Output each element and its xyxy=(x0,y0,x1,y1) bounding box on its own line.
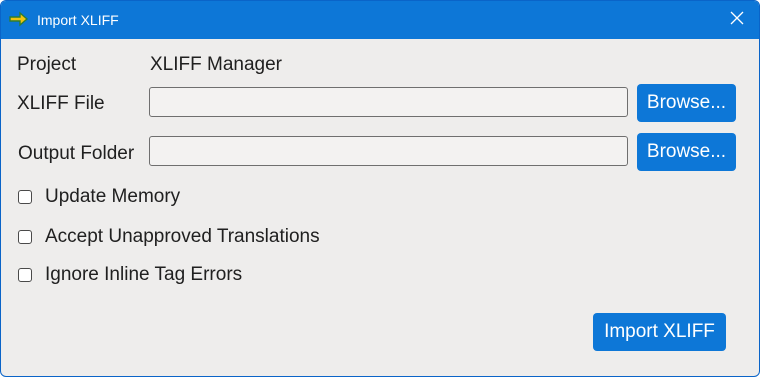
close-button[interactable] xyxy=(715,1,759,39)
accept-unapproved-checkbox[interactable] xyxy=(18,230,32,244)
update-memory-checkbox[interactable] xyxy=(18,190,32,204)
ignore-tag-errors-option[interactable]: Ignore Inline Tag Errors xyxy=(18,264,242,286)
project-value: XLIFF Manager xyxy=(150,54,282,75)
import-xliff-dialog: Import XLIFF Project XLIFF Manager XLIFF… xyxy=(0,0,760,377)
ignore-tag-errors-checkbox[interactable] xyxy=(18,268,32,282)
accept-unapproved-option[interactable]: Accept Unapproved Translations xyxy=(18,226,320,248)
title-bar: Import XLIFF xyxy=(1,1,759,39)
import-xliff-button[interactable]: Import XLIFF xyxy=(593,313,726,351)
update-memory-option[interactable]: Update Memory xyxy=(18,186,180,208)
ignore-tag-errors-label: Ignore Inline Tag Errors xyxy=(45,264,243,285)
output-folder-input[interactable] xyxy=(149,136,628,166)
xliff-file-input[interactable] xyxy=(149,87,628,117)
xliff-file-label: XLIFF File xyxy=(17,93,105,114)
update-memory-label: Update Memory xyxy=(45,186,181,207)
arrow-app-icon xyxy=(9,11,29,27)
window-title: Import XLIFF xyxy=(37,12,119,28)
browse-xliff-button[interactable]: Browse... xyxy=(637,84,736,122)
output-folder-label: Output Folder xyxy=(18,143,135,164)
project-label: Project xyxy=(17,54,77,75)
browse-output-button[interactable]: Browse... xyxy=(637,133,736,171)
accept-unapproved-label: Accept Unapproved Translations xyxy=(45,226,320,247)
close-icon xyxy=(730,11,744,30)
